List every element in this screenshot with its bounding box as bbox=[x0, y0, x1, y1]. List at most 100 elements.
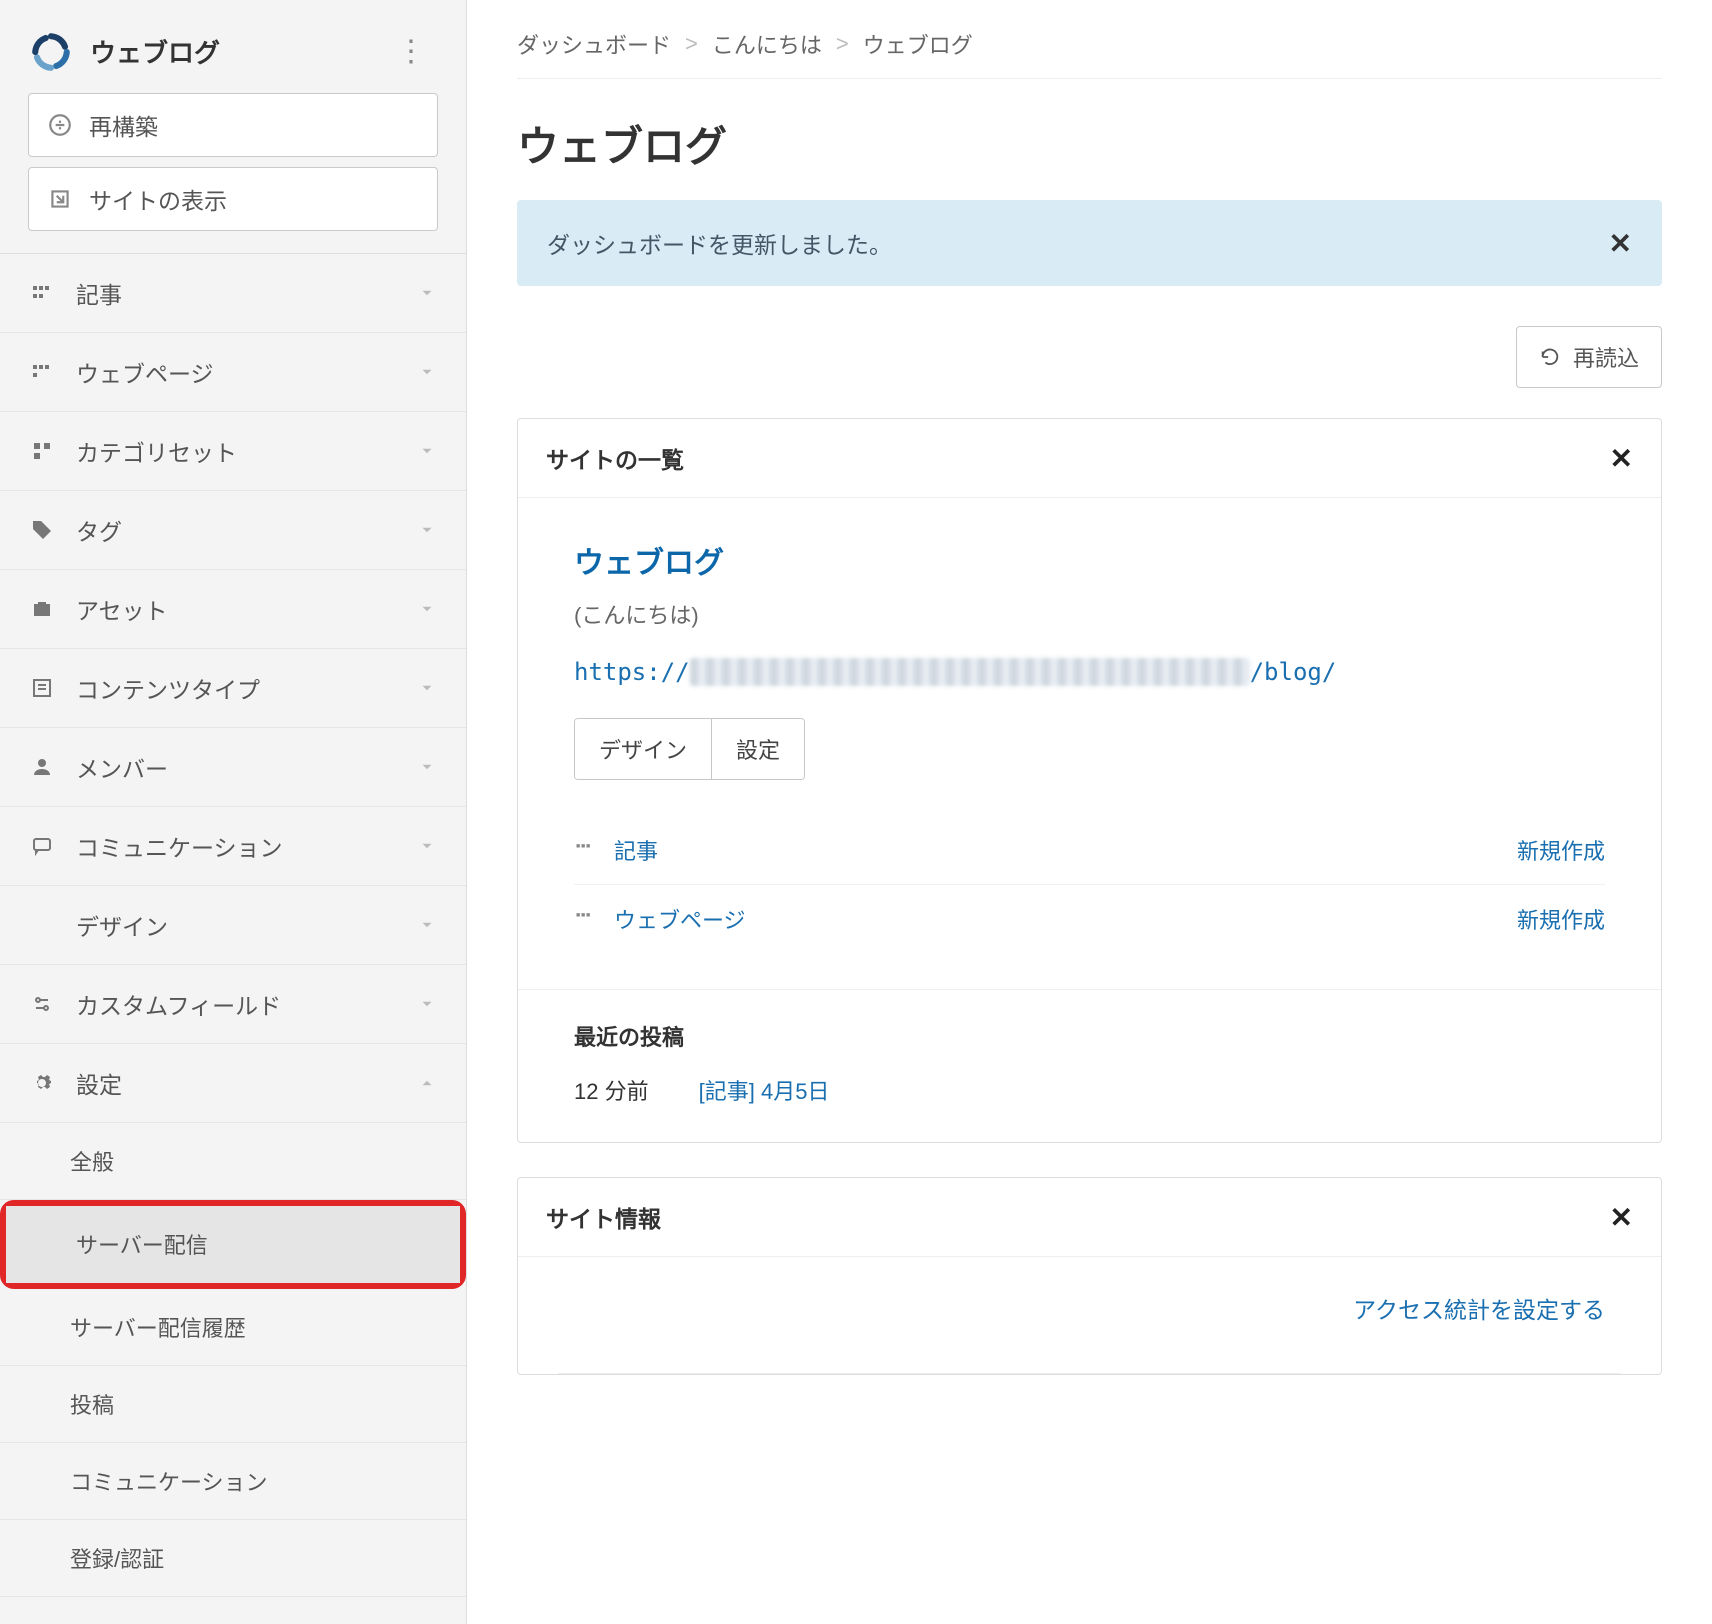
alert-text: ダッシュボードを更新しました。 bbox=[547, 226, 892, 260]
view-site-button[interactable]: サイトの表示 bbox=[28, 167, 438, 231]
nav-communication[interactable]: コミュニケーション bbox=[0, 807, 466, 886]
sub-registration[interactable]: 登録/認証 bbox=[0, 1520, 466, 1597]
recent-type-link[interactable]: [記事] bbox=[699, 1079, 755, 1104]
chevron-down-icon bbox=[418, 521, 436, 539]
sub-server-sync-history[interactable]: サーバー配信履歴 bbox=[0, 1289, 466, 1366]
nav-webpages[interactable]: ウェブページ bbox=[0, 333, 466, 412]
alert-close-icon[interactable]: ✕ bbox=[1609, 227, 1632, 260]
configure-stats-link[interactable]: アクセス統計を設定する bbox=[1353, 1297, 1605, 1323]
gear-icon bbox=[30, 1071, 54, 1095]
recent-entry-link[interactable]: 4月5日 bbox=[761, 1079, 829, 1104]
row-webpages: ウェブページ 新規作成 bbox=[574, 885, 1605, 953]
recent-row: 12 分前 [記事] 4月5日 bbox=[574, 1074, 1605, 1106]
reload-row: 再読込 bbox=[517, 326, 1662, 388]
view-site-label: サイトの表示 bbox=[89, 182, 227, 216]
member-icon bbox=[30, 755, 54, 779]
new-entry-link[interactable]: 新規作成 bbox=[1517, 834, 1605, 866]
breadcrumb-sep: > bbox=[836, 31, 849, 57]
site-parent: (こんにちは) bbox=[574, 598, 1605, 630]
kebab-menu-icon[interactable]: ⋮ bbox=[386, 28, 436, 75]
breadcrumb-dashboard[interactable]: ダッシュボード bbox=[517, 28, 671, 60]
close-icon[interactable]: ✕ bbox=[1610, 1201, 1633, 1234]
external-link-icon bbox=[47, 186, 73, 212]
rebuild-label: 再構築 bbox=[89, 108, 158, 142]
nav-content-types[interactable]: コンテンツタイプ bbox=[0, 649, 466, 728]
reload-button[interactable]: 再読込 bbox=[1516, 326, 1662, 388]
chevron-down-icon bbox=[418, 679, 436, 697]
breadcrumb: ダッシュボード > こんにちは > ウェブログ bbox=[517, 28, 1662, 79]
chevron-down-icon bbox=[418, 363, 436, 381]
chevron-down-icon bbox=[418, 837, 436, 855]
recent-title: 最近の投稿 bbox=[574, 1020, 1605, 1052]
breadcrumb-sep: > bbox=[685, 31, 698, 57]
sidebar-nav: 記事 ウェブページ カテゴリセット bbox=[0, 253, 466, 1597]
sidebar-header: ウェブログ ⋮ bbox=[0, 0, 466, 93]
sub-communication[interactable]: コミュニケーション bbox=[0, 1443, 466, 1520]
card-title: サイト情報 bbox=[546, 1200, 661, 1234]
nav-assets[interactable]: アセット bbox=[0, 570, 466, 649]
brand-title: ウェブログ bbox=[90, 33, 220, 70]
nav-design[interactable]: デザイン bbox=[0, 886, 466, 965]
new-webpage-link[interactable]: 新規作成 bbox=[1517, 903, 1605, 935]
card-head: サイトの一覧 ✕ bbox=[518, 419, 1661, 498]
breadcrumb-site[interactable]: こんにちは bbox=[712, 28, 822, 60]
url-prefix: https:// bbox=[574, 658, 690, 686]
settings-button[interactable]: 設定 bbox=[711, 719, 804, 779]
design-button[interactable]: デザイン bbox=[575, 719, 711, 779]
main: ダッシュボード > こんにちは > ウェブログ ウェブログ ダッシュボードを更新… bbox=[467, 0, 1712, 1624]
chevron-down-icon bbox=[418, 995, 436, 1013]
rebuild-button[interactable]: 再構築 bbox=[28, 93, 438, 157]
custom-field-icon bbox=[30, 992, 54, 1016]
chevron-down-icon bbox=[418, 284, 436, 302]
nav-tags[interactable]: タグ bbox=[0, 491, 466, 570]
chevron-up-icon bbox=[418, 1074, 436, 1092]
reload-icon bbox=[1539, 346, 1561, 368]
url-suffix: /blog/ bbox=[1250, 658, 1337, 686]
divider bbox=[558, 1373, 1621, 1374]
close-icon[interactable]: ✕ bbox=[1610, 442, 1633, 475]
content-type-icon bbox=[30, 676, 54, 700]
webpages-link[interactable]: ウェブページ bbox=[614, 903, 746, 935]
sub-server-sync[interactable]: サーバー配信 bbox=[6, 1206, 460, 1283]
page-title: ウェブログ bbox=[517, 113, 1662, 174]
sidebar: ウェブログ ⋮ 再構築 サイトの表示 記事 bbox=[0, 0, 467, 1624]
sub-general[interactable]: 全般 bbox=[0, 1123, 466, 1200]
chevron-down-icon bbox=[418, 600, 436, 618]
recent-posts: 最近の投稿 12 分前 [記事] 4月5日 bbox=[518, 989, 1661, 1142]
logo-icon bbox=[30, 31, 72, 73]
entries-link[interactable]: 記事 bbox=[614, 834, 658, 866]
card-body: ウェブログ (こんにちは) https:// /blog/ デザイン 設定 記事 bbox=[518, 498, 1661, 989]
nav-custom-fields[interactable]: カスタムフィールド bbox=[0, 965, 466, 1044]
chevron-down-icon bbox=[418, 442, 436, 460]
design-icon bbox=[30, 913, 54, 937]
chat-icon bbox=[30, 834, 54, 858]
reload-label: 再読込 bbox=[1573, 341, 1639, 373]
webpages-icon bbox=[574, 909, 594, 929]
breadcrumb-blog: ウェブログ bbox=[863, 28, 973, 60]
entries-icon bbox=[574, 840, 594, 860]
chevron-down-icon bbox=[418, 916, 436, 934]
nav-settings[interactable]: 設定 bbox=[0, 1044, 466, 1123]
site-button-group: デザイン 設定 bbox=[574, 718, 805, 780]
row-entries: 記事 新規作成 bbox=[574, 816, 1605, 885]
webpages-icon bbox=[30, 360, 54, 384]
tag-icon bbox=[30, 518, 54, 542]
nav-members[interactable]: メンバー bbox=[0, 728, 466, 807]
card-head: サイト情報 ✕ bbox=[518, 1178, 1661, 1257]
brand: ウェブログ bbox=[30, 31, 220, 73]
sub-compose[interactable]: 投稿 bbox=[0, 1366, 466, 1443]
rebuild-icon bbox=[47, 112, 73, 138]
site-name-link[interactable]: ウェブログ bbox=[574, 538, 1605, 582]
url-redacted bbox=[690, 658, 1250, 686]
nav-categories[interactable]: カテゴリセット bbox=[0, 412, 466, 491]
asset-icon bbox=[30, 597, 54, 621]
recent-time: 12 分前 bbox=[574, 1074, 649, 1106]
sidebar-actions: 再構築 サイトの表示 bbox=[0, 93, 466, 253]
chevron-down-icon bbox=[418, 758, 436, 776]
category-icon bbox=[30, 439, 54, 463]
entries-icon bbox=[30, 281, 54, 305]
site-url[interactable]: https:// /blog/ bbox=[574, 658, 1605, 686]
highlight-box: サーバー配信 bbox=[0, 1200, 466, 1289]
nav-entries[interactable]: 記事 bbox=[0, 254, 466, 333]
alert-success: ダッシュボードを更新しました。 ✕ bbox=[517, 200, 1662, 286]
